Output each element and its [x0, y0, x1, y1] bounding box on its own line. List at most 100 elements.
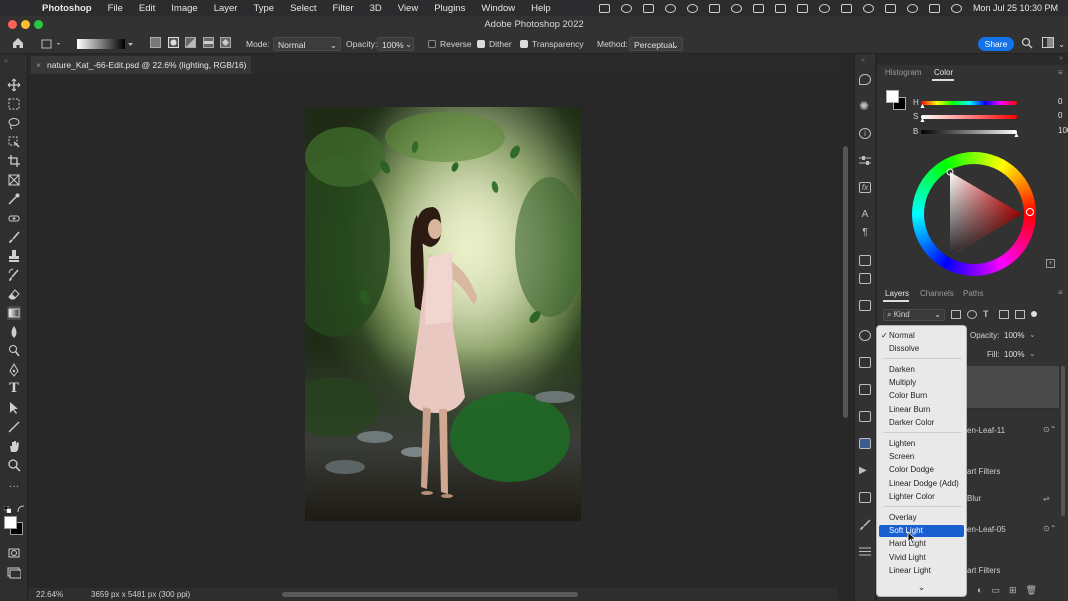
- blend-option-normal[interactable]: ✓ Normal: [879, 330, 964, 342]
- zoom-level[interactable]: 22.64%: [36, 588, 63, 601]
- reverse-check-box[interactable]: [428, 40, 436, 48]
- blend-option-soft-light[interactable]: Soft Light: [879, 525, 964, 537]
- marquee-tool-icon[interactable]: [7, 97, 21, 111]
- saturation-value[interactable]: 0: [1058, 111, 1062, 120]
- layer-row-selected[interactable]: [967, 366, 1059, 408]
- character-icon[interactable]: A: [859, 209, 871, 220]
- menu-filter[interactable]: Filter: [332, 3, 353, 14]
- gradient-tool-icon[interactable]: [7, 306, 21, 320]
- blend-option-multiply[interactable]: Multiply: [879, 377, 964, 389]
- panel-collapse-icon[interactable]: »: [4, 58, 24, 65]
- dither-check-box[interactable]: [477, 40, 485, 48]
- hue-slider[interactable]: H ▲ 0 °: [913, 97, 1062, 110]
- healing-brush-tool-icon[interactable]: [7, 211, 21, 225]
- cloud-icon[interactable]: [730, 3, 742, 13]
- layer-name-leaf-11[interactable]: en-Leaf-11: [967, 426, 1005, 435]
- blend-option-vivid-light[interactable]: Vivid Light: [879, 552, 964, 564]
- brightness-value[interactable]: 100: [1058, 126, 1068, 135]
- home-icon[interactable]: [11, 36, 25, 50]
- adjustments-icon[interactable]: [859, 330, 871, 341]
- properties-icon[interactable]: [859, 273, 871, 284]
- blend-option-linear-dodge[interactable]: Linear Dodge (Add): [879, 478, 964, 490]
- menu-edit[interactable]: Edit: [139, 3, 155, 14]
- clone-stamp-tool-icon[interactable]: [7, 249, 21, 263]
- saturation-slider-handle-icon[interactable]: ▲: [919, 117, 926, 124]
- diamond-gradient-icon[interactable]: [220, 37, 231, 51]
- brightness-ramp[interactable]: [921, 130, 1017, 134]
- grid-icon[interactable]: [752, 3, 764, 13]
- creative-cloud-icon[interactable]: [620, 3, 632, 13]
- hue-ramp[interactable]: [921, 101, 1017, 105]
- blend-option-overlay[interactable]: Overlay: [879, 512, 964, 524]
- messenger-icon[interactable]: [686, 3, 698, 13]
- blend-option-color-dodge[interactable]: Color Dodge: [879, 464, 964, 476]
- layer-fill-value[interactable]: 100%: [1004, 350, 1024, 359]
- zoom-tool-icon[interactable]: [7, 458, 21, 472]
- swap-colors-icon[interactable]: [17, 505, 25, 513]
- chevron-down-icon[interactable]: ⌄: [1029, 349, 1036, 358]
- saturation-brightness-triangle[interactable]: [924, 164, 1024, 264]
- blur-filter-label[interactable]: Blur: [967, 494, 981, 503]
- menu-type[interactable]: Type: [253, 3, 274, 14]
- tab-paths[interactable]: Paths: [963, 289, 983, 298]
- saturation-ramp[interactable]: [921, 115, 1017, 119]
- layer-filter-kind-select[interactable]: ⌕ Kind ⌄: [883, 309, 945, 321]
- blend-option-hard-light[interactable]: Hard Light: [879, 538, 964, 550]
- blend-option-darker-color[interactable]: Darker Color: [879, 417, 964, 429]
- filter-toggle-icon[interactable]: [1031, 311, 1037, 317]
- channels-panel-icon[interactable]: [859, 438, 871, 449]
- layers-scrollbar[interactable]: [1061, 366, 1065, 516]
- tool-presets-icon[interactable]: [859, 546, 871, 557]
- dodge-tool-icon[interactable]: [7, 344, 21, 358]
- new-adjustment-layer-icon[interactable]: ◐: [977, 585, 982, 596]
- brightness-slider-handle-icon[interactable]: ▲: [1013, 132, 1020, 139]
- blend-option-dissolve[interactable]: Dissolve: [879, 343, 964, 355]
- frame-tool-icon[interactable]: [7, 173, 21, 187]
- tool-preset-picker[interactable]: [40, 37, 64, 51]
- radial-gradient-icon[interactable]: [168, 37, 179, 51]
- search-icon[interactable]: [1021, 37, 1033, 51]
- menu-window[interactable]: Window: [481, 3, 515, 14]
- control-center-icon[interactable]: [928, 3, 940, 13]
- display-icon[interactable]: [840, 3, 852, 13]
- spotlight-search-icon[interactable]: [906, 3, 918, 13]
- dither-checkbox[interactable]: Dither: [477, 37, 512, 51]
- menu-image[interactable]: Image: [171, 3, 197, 14]
- default-colors-icon[interactable]: [3, 505, 12, 514]
- more-tools-icon[interactable]: ···: [7, 482, 21, 496]
- chevron-down-icon[interactable]: ⌄: [1029, 330, 1036, 339]
- panel-collapse-icon[interactable]: »: [1059, 55, 1063, 62]
- layer-opacity-value[interactable]: 100%: [1004, 331, 1024, 340]
- blend-option-color-burn[interactable]: Color Burn: [879, 390, 964, 402]
- blend-option-darken[interactable]: Darken: [879, 364, 964, 376]
- document-info[interactable]: 3659 px x 5481 px (300 ppi): [91, 588, 190, 601]
- eyedropper-tool-icon[interactable]: [7, 192, 21, 206]
- filter-adjustment-icon[interactable]: [967, 310, 977, 319]
- reflected-gradient-icon[interactable]: [203, 37, 214, 51]
- swatches-icon[interactable]: [859, 300, 871, 311]
- filter-type-icon[interactable]: T: [983, 310, 993, 319]
- eraser-tool-icon[interactable]: [7, 287, 21, 301]
- screen-record-icon[interactable]: [598, 3, 610, 13]
- hand-tool-icon[interactable]: [7, 439, 21, 453]
- type-tool-icon[interactable]: T: [7, 382, 21, 396]
- adjustments-sliders-icon[interactable]: [859, 155, 871, 166]
- patterns-icon[interactable]: [859, 384, 871, 395]
- panel-menu-icon[interactable]: ≡: [1058, 288, 1063, 297]
- blend-option-lighter-color[interactable]: Lighter Color: [879, 491, 964, 503]
- share-button[interactable]: Share: [978, 37, 1014, 51]
- bluetooth-icon[interactable]: [796, 3, 808, 13]
- quick-mask-icon[interactable]: [7, 546, 21, 560]
- color-foreground-swatch[interactable]: [886, 90, 899, 103]
- blend-mode-dropdown[interactable]: ✓ Normal Dissolve Darken Multiply Color B…: [876, 325, 967, 597]
- user-icon[interactable]: [862, 3, 874, 13]
- wifi-icon[interactable]: [818, 3, 830, 13]
- blur-tool-icon[interactable]: [7, 325, 21, 339]
- libraries-icon[interactable]: [859, 255, 871, 266]
- pen-tool-icon[interactable]: [7, 362, 21, 377]
- smart-filters-label[interactable]: art Filters: [967, 467, 1000, 476]
- close-window-button[interactable]: [8, 20, 17, 29]
- comments-icon[interactable]: [859, 74, 871, 85]
- tab-channels[interactable]: Channels: [920, 289, 954, 298]
- new-layer-icon[interactable]: ⊞: [1009, 585, 1017, 596]
